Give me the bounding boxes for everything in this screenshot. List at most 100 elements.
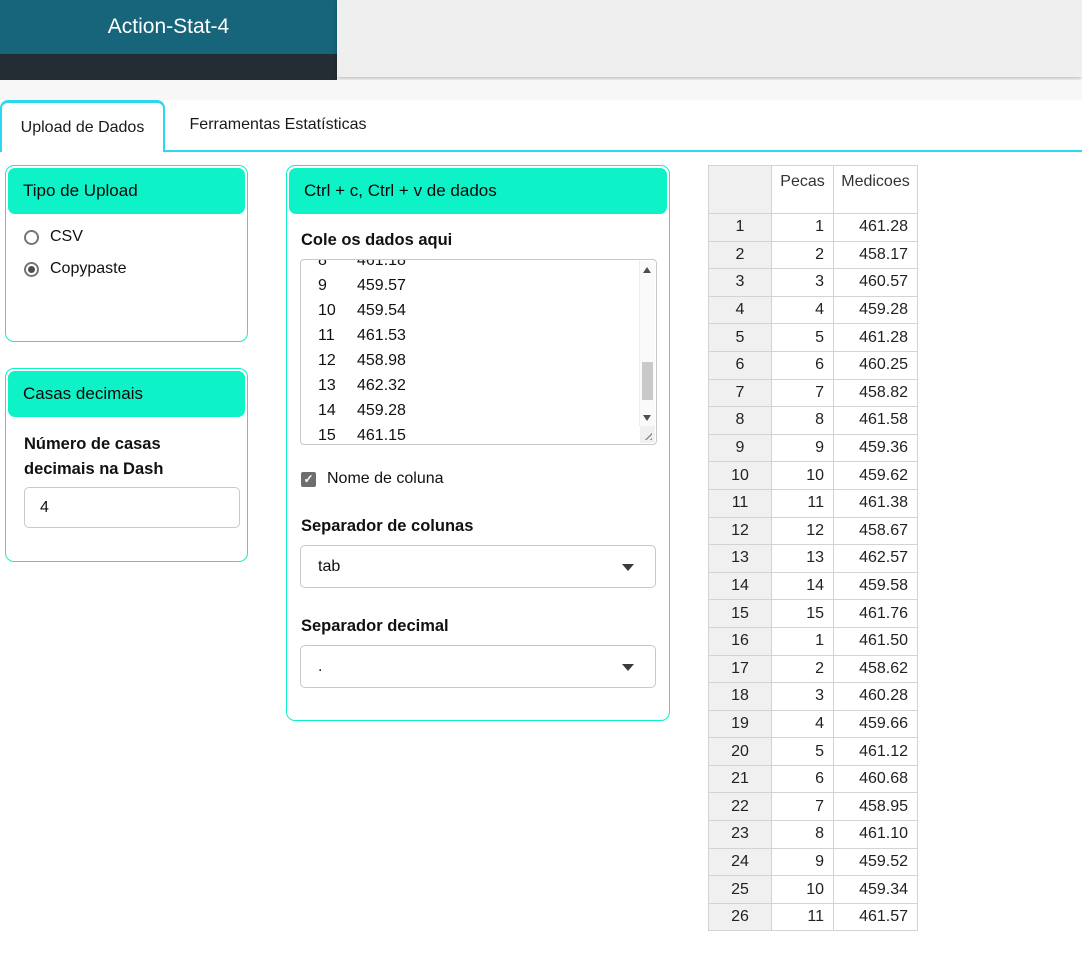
- tab-upload-de-dados[interactable]: Upload de Dados: [0, 100, 165, 152]
- table-row[interactable]: 26 11 461.57: [708, 902, 918, 932]
- tab-ferramentas-estatisticas[interactable]: Ferramentas Estatísticas: [165, 100, 391, 150]
- textarea-line-index: 14: [318, 402, 336, 419]
- table-cell-pecas: 14: [771, 571, 834, 601]
- table-cell-index: 21: [708, 764, 772, 794]
- header-band: [0, 80, 1082, 100]
- table-row[interactable]: 6 6 460.25: [708, 350, 918, 380]
- textarea-line-value: 458.98: [357, 352, 406, 369]
- textarea-scrollbar[interactable]: [639, 261, 655, 426]
- table-cell-medicoes: 459.52: [833, 847, 918, 877]
- column-separator-select[interactable]: tab: [300, 545, 656, 588]
- scrollbar-thumb[interactable]: [642, 361, 653, 400]
- paste-textarea[interactable]: 8 461.18 9 459.57 10 459.54 11 461.53 12 458.98 13…: [300, 259, 657, 445]
- radio-option-csv[interactable]: CSV: [24, 228, 247, 246]
- checkbox-icon[interactable]: [301, 471, 316, 487]
- table-cell-medicoes: 460.68: [833, 764, 918, 794]
- table-cell-index: 17: [708, 654, 772, 684]
- table-row[interactable]: 2 2 458.17: [708, 240, 918, 270]
- table-row[interactable]: 23 8 461.10: [708, 820, 918, 849]
- table-cell-medicoes: 458.62: [833, 654, 918, 684]
- panel-title: Tipo de Upload: [8, 168, 245, 214]
- table-row[interactable]: 12 12 458.67: [708, 516, 918, 546]
- table-cell-medicoes: 459.62: [833, 461, 918, 490]
- select-value: tab: [318, 557, 341, 575]
- scrollbar-up-icon[interactable]: [643, 267, 651, 273]
- tab-label: Ferramentas Estatísticas: [189, 116, 367, 133]
- radio-option-copypaste[interactable]: Copypaste: [24, 260, 247, 278]
- data-table: Pecas Medicoes 1 1 461.28 2 2 458.17 3 3 460.57 4…: [708, 165, 918, 932]
- table-cell-index: 13: [708, 544, 772, 573]
- table-row[interactable]: 24 9 459.52: [708, 847, 918, 877]
- table-cell-pecas: 13: [771, 544, 834, 573]
- table-cell-pecas: 5: [771, 323, 834, 352]
- textarea-line-index: 9: [318, 277, 327, 294]
- table-cell-medicoes: 461.28: [833, 323, 918, 352]
- table-row[interactable]: 5 5 461.28: [708, 323, 918, 352]
- table-cell-index: 22: [708, 792, 772, 822]
- table-cell-index: 8: [708, 406, 772, 435]
- decimals-input[interactable]: 4: [24, 487, 240, 528]
- radio-icon: [24, 261, 39, 277]
- table-cell-index: 20: [708, 737, 772, 766]
- textarea-line-value: 461.53: [357, 327, 406, 344]
- table-row[interactable]: 8 8 461.58: [708, 406, 918, 435]
- column-name-checkbox-row[interactable]: Nome de coluna: [301, 470, 655, 488]
- textarea-line-index: 15: [318, 427, 336, 444]
- scrollbar-down-icon[interactable]: [643, 415, 651, 421]
- textarea-line-value: 461.18: [357, 259, 406, 269]
- table-row[interactable]: 4 4 459.28: [708, 295, 918, 325]
- decimal-separator-select[interactable]: .: [300, 645, 656, 688]
- table-row[interactable]: 25 10 459.34: [708, 875, 918, 904]
- textarea-line-index: 8: [318, 259, 327, 269]
- table-row[interactable]: 15 15 461.76: [708, 599, 918, 628]
- table-row[interactable]: 16 1 461.50: [708, 626, 918, 656]
- table-cell-index: 9: [708, 433, 772, 463]
- textarea-line-value: 462.32: [357, 377, 406, 394]
- table-row[interactable]: 7 7 458.82: [708, 378, 918, 408]
- table-cell-index: 12: [708, 516, 772, 546]
- table-row[interactable]: 10 10 459.62: [708, 461, 918, 490]
- table-row[interactable]: 9 9 459.36: [708, 433, 918, 463]
- table-cell-index: 10: [708, 461, 772, 490]
- table-row[interactable]: 22 7 458.95: [708, 792, 918, 822]
- table-cell-medicoes: 460.25: [833, 350, 918, 380]
- table-row[interactable]: 13 13 462.57: [708, 544, 918, 573]
- table-cell-medicoes: 460.28: [833, 682, 918, 711]
- textarea-resize-corner[interactable]: [640, 426, 655, 443]
- table-cell-pecas: 4: [771, 295, 834, 325]
- table-cell-pecas: 10: [771, 461, 834, 490]
- table-cell-pecas: 2: [771, 654, 834, 684]
- table-row[interactable]: 20 5 461.12: [708, 737, 918, 766]
- table-header-row: Pecas Medicoes: [708, 165, 918, 214]
- textarea-line: 14 459.28: [318, 398, 636, 423]
- table-cell-index: 5: [708, 323, 772, 352]
- checkbox-label: Nome de coluna: [327, 470, 444, 487]
- table-row[interactable]: 14 14 459.58: [708, 571, 918, 601]
- table-row[interactable]: 1 1 461.28: [708, 213, 918, 242]
- header-dark-strip: [0, 54, 337, 80]
- table-cell-medicoes: 461.28: [833, 213, 918, 242]
- decimal-separator-label: Separador decimal: [301, 617, 449, 635]
- table-cell-pecas: 1: [771, 626, 834, 656]
- table-row[interactable]: 17 2 458.62: [708, 654, 918, 684]
- table-row[interactable]: 18 3 460.28: [708, 682, 918, 711]
- app-root: Action-Stat-4 Upload de Dados Ferramenta…: [0, 0, 1082, 953]
- table-cell-medicoes: 461.10: [833, 820, 918, 849]
- table-cell-medicoes: 461.50: [833, 626, 918, 656]
- table-row[interactable]: 19 4 459.66: [708, 709, 918, 739]
- textarea-line-index: 10: [318, 302, 336, 319]
- table-row[interactable]: 21 6 460.68: [708, 764, 918, 794]
- table-cell-index: 1: [708, 213, 772, 242]
- panel-casas-decimais: Casas decimais Número de casas decimais …: [5, 368, 248, 562]
- paste-textarea-label: Cole os dados aqui: [301, 231, 453, 249]
- textarea-line-value: 459.57: [357, 277, 406, 294]
- table-cell-medicoes: 458.95: [833, 792, 918, 822]
- table-cell-index: 24: [708, 847, 772, 877]
- textarea-line: 15 461.15: [318, 423, 636, 444]
- table-row[interactable]: 3 3 460.57: [708, 268, 918, 297]
- table-cell-pecas: 8: [771, 820, 834, 849]
- panel-title: Ctrl + c, Ctrl + v de dados: [289, 168, 667, 214]
- app-header: Action-Stat-4: [0, 0, 337, 54]
- table-cell-index: 15: [708, 599, 772, 628]
- table-row[interactable]: 11 11 461.38: [708, 488, 918, 518]
